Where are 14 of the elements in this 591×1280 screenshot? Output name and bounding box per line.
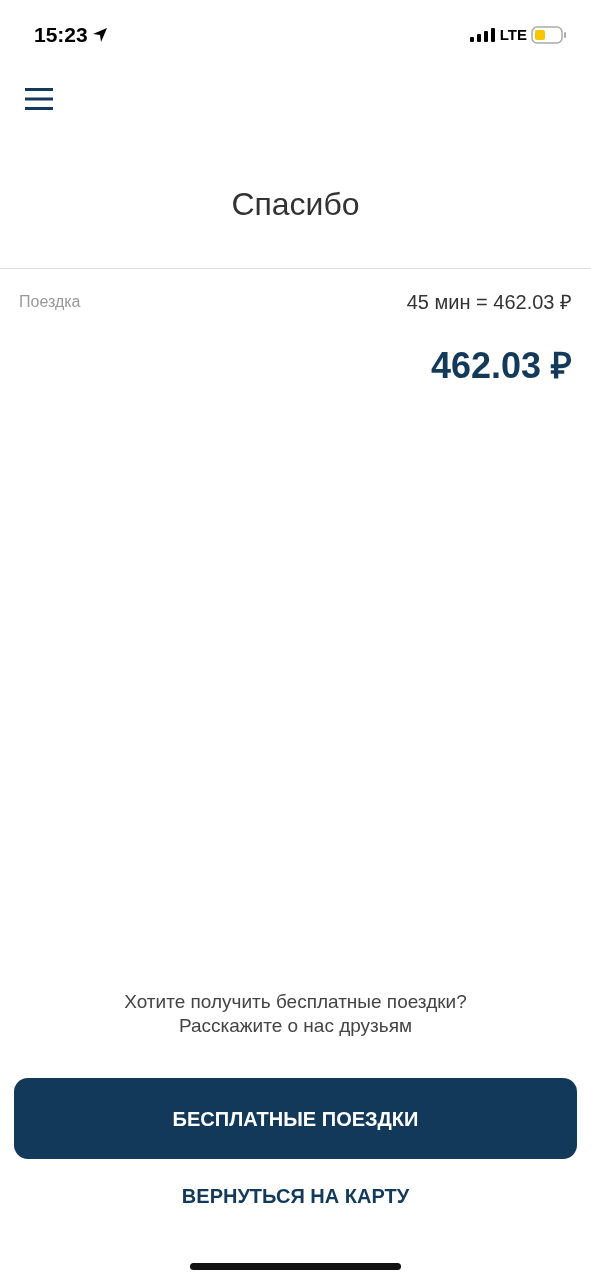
location-arrow-icon [91, 27, 108, 43]
total-amount: 462.03 ₽ [430, 344, 572, 388]
page-title: Спасибо [230, 185, 361, 224]
network-label: LTE [499, 24, 527, 45]
promo-text: Хотите получить бесплатные поездки? [124, 990, 467, 1014]
trip-calculation: 45 мин = 462.03 ₽ [406, 290, 572, 315]
battery-icon [531, 26, 567, 44]
status-time: 15:23 [34, 22, 88, 49]
back-to-map-link[interactable]: ВЕРНУТЬСЯ НА КАРТУ [169, 1175, 422, 1217]
signal-icon [469, 28, 496, 42]
promo-text: Расскажите о нас друзьям [178, 1014, 413, 1038]
trip-label: Поездка [19, 292, 81, 312]
menu-icon[interactable] [25, 87, 53, 110]
free-rides-button[interactable]: БЕСПЛАТНЫЕ ПОЕЗДКИ [14, 1078, 577, 1159]
